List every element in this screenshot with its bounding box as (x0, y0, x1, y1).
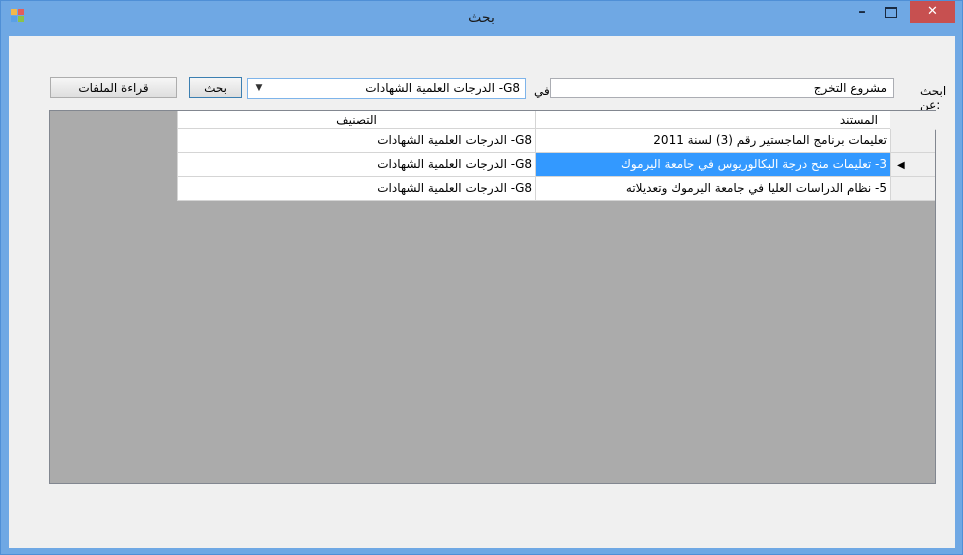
window-title: بحث (468, 10, 495, 26)
category-cell[interactable]: G8- الدرجات العلمية الشهادات (177, 177, 535, 201)
search-window: بحث – ✕ ابحث عن: في G8- الدرجات العلمية … (0, 0, 963, 555)
category-select[interactable]: G8- الدرجات العلمية الشهادات ▼ (247, 78, 526, 99)
category-cell[interactable]: G8- الدرجات العلمية الشهادات (177, 129, 535, 153)
document-cell[interactable]: 3- تعليمات منح درجة البكالوريوس في جامعة… (535, 153, 890, 177)
table-row[interactable]: تعليمات برنامج الماجستير رقم (3) لسنة 20… (177, 129, 935, 153)
maximize-icon (885, 7, 897, 18)
row-pointer-icon: ◀ (897, 160, 905, 171)
client-area: ابحث عن: في G8- الدرجات العلمية الشهادات… (9, 36, 955, 548)
column-header-document[interactable]: المستند (535, 111, 890, 129)
category-selected-value: G8- الدرجات العلمية الشهادات (365, 81, 520, 95)
document-cell[interactable]: 5- نظام الدراسات العليا في جامعة اليرموك… (535, 177, 890, 201)
minimize-button[interactable]: – (849, 1, 875, 23)
row-header[interactable]: ◀ (890, 153, 935, 177)
title-bar[interactable]: بحث – ✕ (1, 1, 962, 36)
search-label: ابحث عن: (920, 84, 947, 112)
grid-corner-header[interactable] (889, 111, 936, 130)
search-input[interactable] (550, 78, 894, 98)
maximize-button[interactable] (878, 1, 904, 23)
table-row[interactable]: 5- نظام الدراسات العليا في جامعة اليرموك… (177, 177, 935, 201)
close-button[interactable]: ✕ (910, 1, 955, 23)
search-button[interactable]: بحث (189, 77, 242, 98)
chevron-down-icon[interactable]: ▼ (251, 80, 267, 97)
row-header[interactable] (890, 129, 935, 153)
read-files-button[interactable]: قراءة الملفات (50, 77, 177, 98)
results-grid[interactable]: المستند التصنيف تعليمات برنامج الماجستير… (49, 110, 936, 484)
category-cell[interactable]: G8- الدرجات العلمية الشهادات (177, 153, 535, 177)
column-header-category[interactable]: التصنيف (177, 111, 535, 129)
in-label: في (534, 84, 550, 98)
row-header[interactable] (890, 177, 935, 201)
table-row-selected[interactable]: ◀ 3- تعليمات منح درجة البكالوريوس في جام… (177, 153, 935, 177)
document-cell[interactable]: تعليمات برنامج الماجستير رقم (3) لسنة 20… (535, 129, 890, 153)
